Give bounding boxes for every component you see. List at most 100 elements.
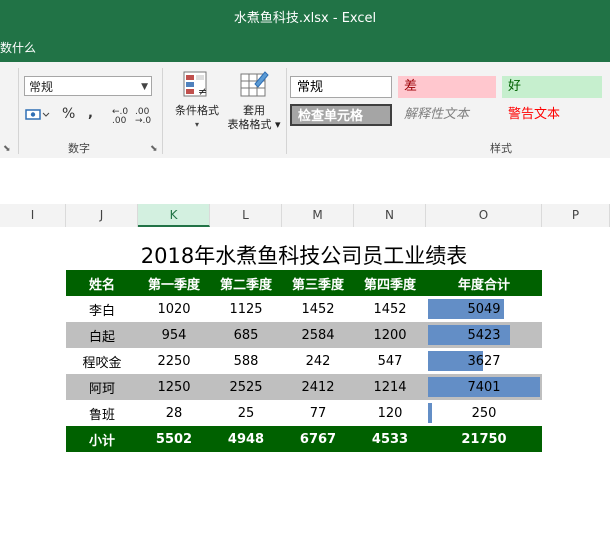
number-format-select[interactable]: 常规 ▼	[24, 76, 152, 96]
table-row: 阿珂 1250 2525 2412 1214 7401	[66, 374, 542, 400]
style-check-cell[interactable]: 检查单元格	[290, 104, 392, 126]
title-bar: 水煮鱼科技.xlsx - Excel	[0, 0, 610, 32]
cell-total[interactable]: 250	[426, 400, 542, 426]
cell-q2[interactable]: 25	[210, 400, 282, 426]
style-warning[interactable]: 警告文本	[502, 104, 602, 126]
ribbon-separator	[162, 68, 163, 154]
header-q2[interactable]: 第二季度	[210, 270, 282, 296]
cell-name[interactable]: 李白	[66, 296, 138, 322]
cell-q3[interactable]: 77	[282, 400, 354, 426]
number-group-label: 数字	[68, 142, 90, 155]
header-q4[interactable]: 第四季度	[354, 270, 426, 296]
accounting-format-button[interactable]	[25, 106, 51, 128]
ribbon-separator	[286, 68, 287, 154]
cell-q2[interactable]: 685	[210, 322, 282, 348]
table-row: 程咬金 2250 588 242 547 3627	[66, 348, 542, 374]
cell-name[interactable]: 程咬金	[66, 348, 138, 374]
chevron-down-icon: ▾	[194, 120, 199, 129]
cell-total[interactable]: 7401	[426, 374, 542, 400]
conditional-format-button[interactable]: ≠ 条件格式 ▾	[168, 70, 226, 132]
cell-q1[interactable]: 954	[138, 322, 210, 348]
column-header[interactable]: L	[210, 204, 282, 227]
decrease-decimal-button[interactable]: .00 →.0	[135, 108, 153, 126]
total-value: 5423	[467, 327, 501, 343]
number-format-value: 常规	[29, 80, 54, 94]
chevron-down-icon[interactable]: ▼	[141, 77, 148, 97]
dialog-launcher-icon[interactable]: ⬊	[3, 144, 11, 154]
column-headers: I J K L M N O P	[0, 204, 610, 228]
conditional-format-label: 条件格式	[175, 104, 219, 117]
style-explanatory[interactable]: 解释性文本	[398, 104, 496, 126]
cell-q2[interactable]: 1125	[210, 296, 282, 322]
window-title: 水煮鱼科技.xlsx - Excel	[233, 11, 377, 26]
menu-bar: 数什么	[0, 32, 610, 62]
header-q3[interactable]: 第三季度	[282, 270, 354, 296]
subtotal-q1[interactable]: 5502	[138, 426, 210, 452]
cell-q3[interactable]: 242	[282, 348, 354, 374]
cell-q4[interactable]: 1200	[354, 322, 426, 348]
cell-total[interactable]: 5049	[426, 296, 542, 322]
format-table-label-1: 套用	[243, 104, 265, 117]
cell-total[interactable]: 3627	[426, 348, 542, 374]
total-value: 7401	[467, 379, 501, 395]
total-value: 250	[471, 405, 497, 421]
subtotal-q4[interactable]: 4533	[354, 426, 426, 452]
table-header-row: 姓名 第一季度 第二季度 第三季度 第四季度 年度合计	[66, 270, 542, 296]
format-table-label-2: 表格格式 ▾	[227, 118, 281, 131]
style-bad[interactable]: 差	[398, 76, 496, 98]
data-bar	[428, 403, 432, 423]
format-table-icon	[240, 71, 269, 97]
formula-bar[interactable]	[0, 158, 610, 205]
header-name[interactable]: 姓名	[66, 270, 138, 296]
cell-q4[interactable]: 1214	[354, 374, 426, 400]
total-value: 5049	[467, 301, 501, 317]
svg-text:≠: ≠	[198, 85, 207, 98]
style-normal[interactable]: 常规	[290, 76, 392, 98]
cell-total[interactable]: 5423	[426, 322, 542, 348]
conditional-format-icon: ≠	[183, 71, 207, 98]
cell-q1[interactable]: 2250	[138, 348, 210, 374]
cell-q3[interactable]: 2412	[282, 374, 354, 400]
cell-q1[interactable]: 1250	[138, 374, 210, 400]
cell-q1[interactable]: 1020	[138, 296, 210, 322]
tell-me-search[interactable]: 数什么	[0, 39, 36, 56]
cell-q4[interactable]: 120	[354, 400, 426, 426]
decrease-decimal-label: .00 →.0	[135, 107, 152, 126]
styles-group-label: 样式	[490, 142, 512, 155]
cell-q2[interactable]: 588	[210, 348, 282, 374]
column-header[interactable]: N	[354, 204, 426, 227]
comma-style-button[interactable]: ,	[88, 106, 93, 121]
report-title[interactable]: 2018年水煮鱼科技公司员工业绩表	[66, 240, 542, 270]
cell-q4[interactable]: 1452	[354, 296, 426, 322]
cell-name[interactable]: 阿珂	[66, 374, 138, 400]
cell-q3[interactable]: 1452	[282, 296, 354, 322]
header-total[interactable]: 年度合计	[426, 270, 542, 296]
cell-name[interactable]: 鲁班	[66, 400, 138, 426]
increase-decimal-label: ←.0 .00	[112, 107, 129, 126]
column-header[interactable]: M	[282, 204, 354, 227]
ribbon-home: 常规 ▼ % , ←.0 .00 .00 →.0 数字 ⬊ ⬊ ≠ 条件格式 ▾	[0, 62, 610, 159]
cell-q4[interactable]: 547	[354, 348, 426, 374]
subtotal-q3[interactable]: 6767	[282, 426, 354, 452]
percent-style-button[interactable]: %	[62, 106, 75, 122]
column-header[interactable]: J	[66, 204, 138, 227]
cell-name[interactable]: 白起	[66, 322, 138, 348]
cell-q2[interactable]: 2525	[210, 374, 282, 400]
header-q1[interactable]: 第一季度	[138, 270, 210, 296]
format-as-table-button[interactable]: 套用 表格格式 ▾	[224, 70, 284, 132]
subtotal-total[interactable]: 21750	[426, 426, 542, 452]
ribbon-separator	[18, 68, 19, 154]
cell-q1[interactable]: 28	[138, 400, 210, 426]
column-header[interactable]: I	[0, 204, 66, 227]
currency-icon	[25, 109, 50, 120]
increase-decimal-button[interactable]: ←.0 .00	[112, 108, 130, 126]
table-row: 李白 1020 1125 1452 1452 5049	[66, 296, 542, 322]
dialog-launcher-icon[interactable]: ⬊	[150, 144, 158, 154]
subtotal-q2[interactable]: 4948	[210, 426, 282, 452]
cell-q3[interactable]: 2584	[282, 322, 354, 348]
column-header-selected[interactable]: K	[138, 204, 210, 227]
column-header[interactable]: O	[426, 204, 542, 227]
style-good[interactable]: 好	[502, 76, 602, 98]
column-header[interactable]: P	[542, 204, 610, 227]
subtotal-label[interactable]: 小计	[66, 426, 138, 452]
